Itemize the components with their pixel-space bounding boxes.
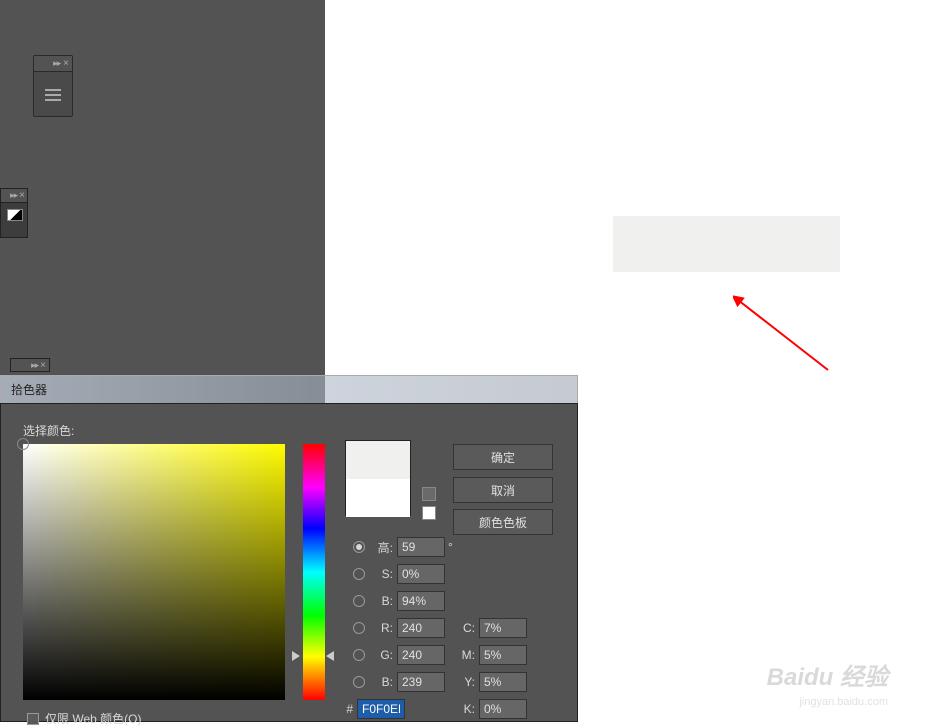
- docked-panel[interactable]: ▸▸ ×: [0, 188, 28, 238]
- saturation-label: S:: [371, 567, 393, 581]
- web-only-row: 仅限 Web 颜色(O): [27, 710, 141, 727]
- saturation-radio[interactable]: [353, 568, 365, 580]
- color-picker-dialog: 选择颜色: 确定 取消 颜色色板 高: ° S: B: R: G:: [0, 403, 578, 722]
- yellow-label: Y:: [453, 675, 475, 689]
- brightness-radio[interactable]: [353, 595, 365, 607]
- ok-button[interactable]: 确定: [453, 444, 553, 470]
- hue-input[interactable]: [397, 537, 445, 557]
- new-color: [346, 441, 410, 479]
- hue-unit: °: [448, 540, 460, 554]
- black-label: K:: [453, 702, 475, 716]
- dialog-title: 拾色器: [11, 381, 47, 398]
- brightness-input[interactable]: [397, 591, 445, 611]
- hex-row: #: [341, 698, 405, 720]
- select-color-label: 选择颜色:: [23, 422, 74, 439]
- hue-pointer-right[interactable]: [326, 651, 334, 661]
- saturation-input[interactable]: [397, 564, 445, 584]
- cube-icon[interactable]: [422, 487, 436, 501]
- red-input[interactable]: [397, 618, 445, 638]
- current-color[interactable]: [346, 479, 410, 517]
- magenta-label: M:: [453, 648, 475, 662]
- panel-tab[interactable]: ▸▸ ×: [34, 56, 72, 72]
- hex-input[interactable]: [357, 699, 405, 719]
- collapse-icon: ▸▸: [10, 190, 17, 201]
- hue-label: 高:: [371, 539, 393, 556]
- green-input[interactable]: [397, 645, 445, 665]
- green-row: G:: [353, 644, 445, 666]
- close-icon[interactable]: ×: [40, 360, 46, 371]
- brightness-label: B:: [371, 594, 393, 608]
- black-row: K:: [453, 698, 527, 720]
- red-radio[interactable]: [353, 622, 365, 634]
- cyan-input[interactable]: [479, 618, 527, 638]
- close-icon[interactable]: ×: [63, 58, 69, 69]
- yellow-input[interactable]: [479, 672, 527, 692]
- brightness-row: B:: [353, 590, 445, 612]
- blue-radio[interactable]: [353, 676, 365, 688]
- color-swatch: [345, 440, 411, 516]
- cyan-row: C:: [453, 617, 527, 639]
- blue-input[interactable]: [397, 672, 445, 692]
- hue-pointer-left[interactable]: [292, 651, 300, 661]
- magenta-input[interactable]: [479, 645, 527, 665]
- hex-label: #: [341, 702, 353, 716]
- cancel-button[interactable]: 取消: [453, 477, 553, 503]
- sample-rect: [613, 216, 840, 272]
- green-label: G:: [371, 648, 393, 662]
- panel-header[interactable]: ▸▸ ×: [1, 189, 27, 203]
- black-input[interactable]: [479, 699, 527, 719]
- blue-row: B:: [353, 671, 445, 693]
- hue-radio[interactable]: [353, 541, 365, 553]
- close-icon[interactable]: ×: [19, 190, 25, 201]
- collapse-icon: ▸▸: [31, 360, 38, 371]
- red-row: R:: [353, 617, 445, 639]
- saturation-row: S:: [353, 563, 445, 585]
- web-only-checkbox[interactable]: [27, 713, 39, 725]
- gradient-swatch-icon[interactable]: [7, 209, 23, 221]
- magenta-row: M:: [453, 644, 527, 666]
- color-library-button[interactable]: 颜色色板: [453, 509, 553, 535]
- collapsed-panel-tab[interactable]: ▸▸ ×: [10, 358, 50, 372]
- green-radio[interactable]: [353, 649, 365, 661]
- blue-label: B:: [371, 675, 393, 689]
- menu-icon[interactable]: [34, 72, 72, 118]
- yellow-row: Y:: [453, 671, 527, 693]
- hue-row: 高: °: [353, 536, 460, 558]
- cyan-label: C:: [453, 621, 475, 635]
- collapse-icon: ▸▸: [53, 58, 60, 69]
- color-cursor[interactable]: [17, 438, 29, 450]
- web-only-label: 仅限 Web 颜色(O): [45, 710, 141, 727]
- hue-slider[interactable]: [303, 444, 325, 700]
- color-field[interactable]: [23, 444, 285, 700]
- red-label: R:: [371, 621, 393, 635]
- floating-panel[interactable]: ▸▸ ×: [33, 55, 73, 117]
- dialog-titlebar[interactable]: 拾色器: [0, 375, 578, 403]
- safe-color-swatch[interactable]: [422, 506, 436, 520]
